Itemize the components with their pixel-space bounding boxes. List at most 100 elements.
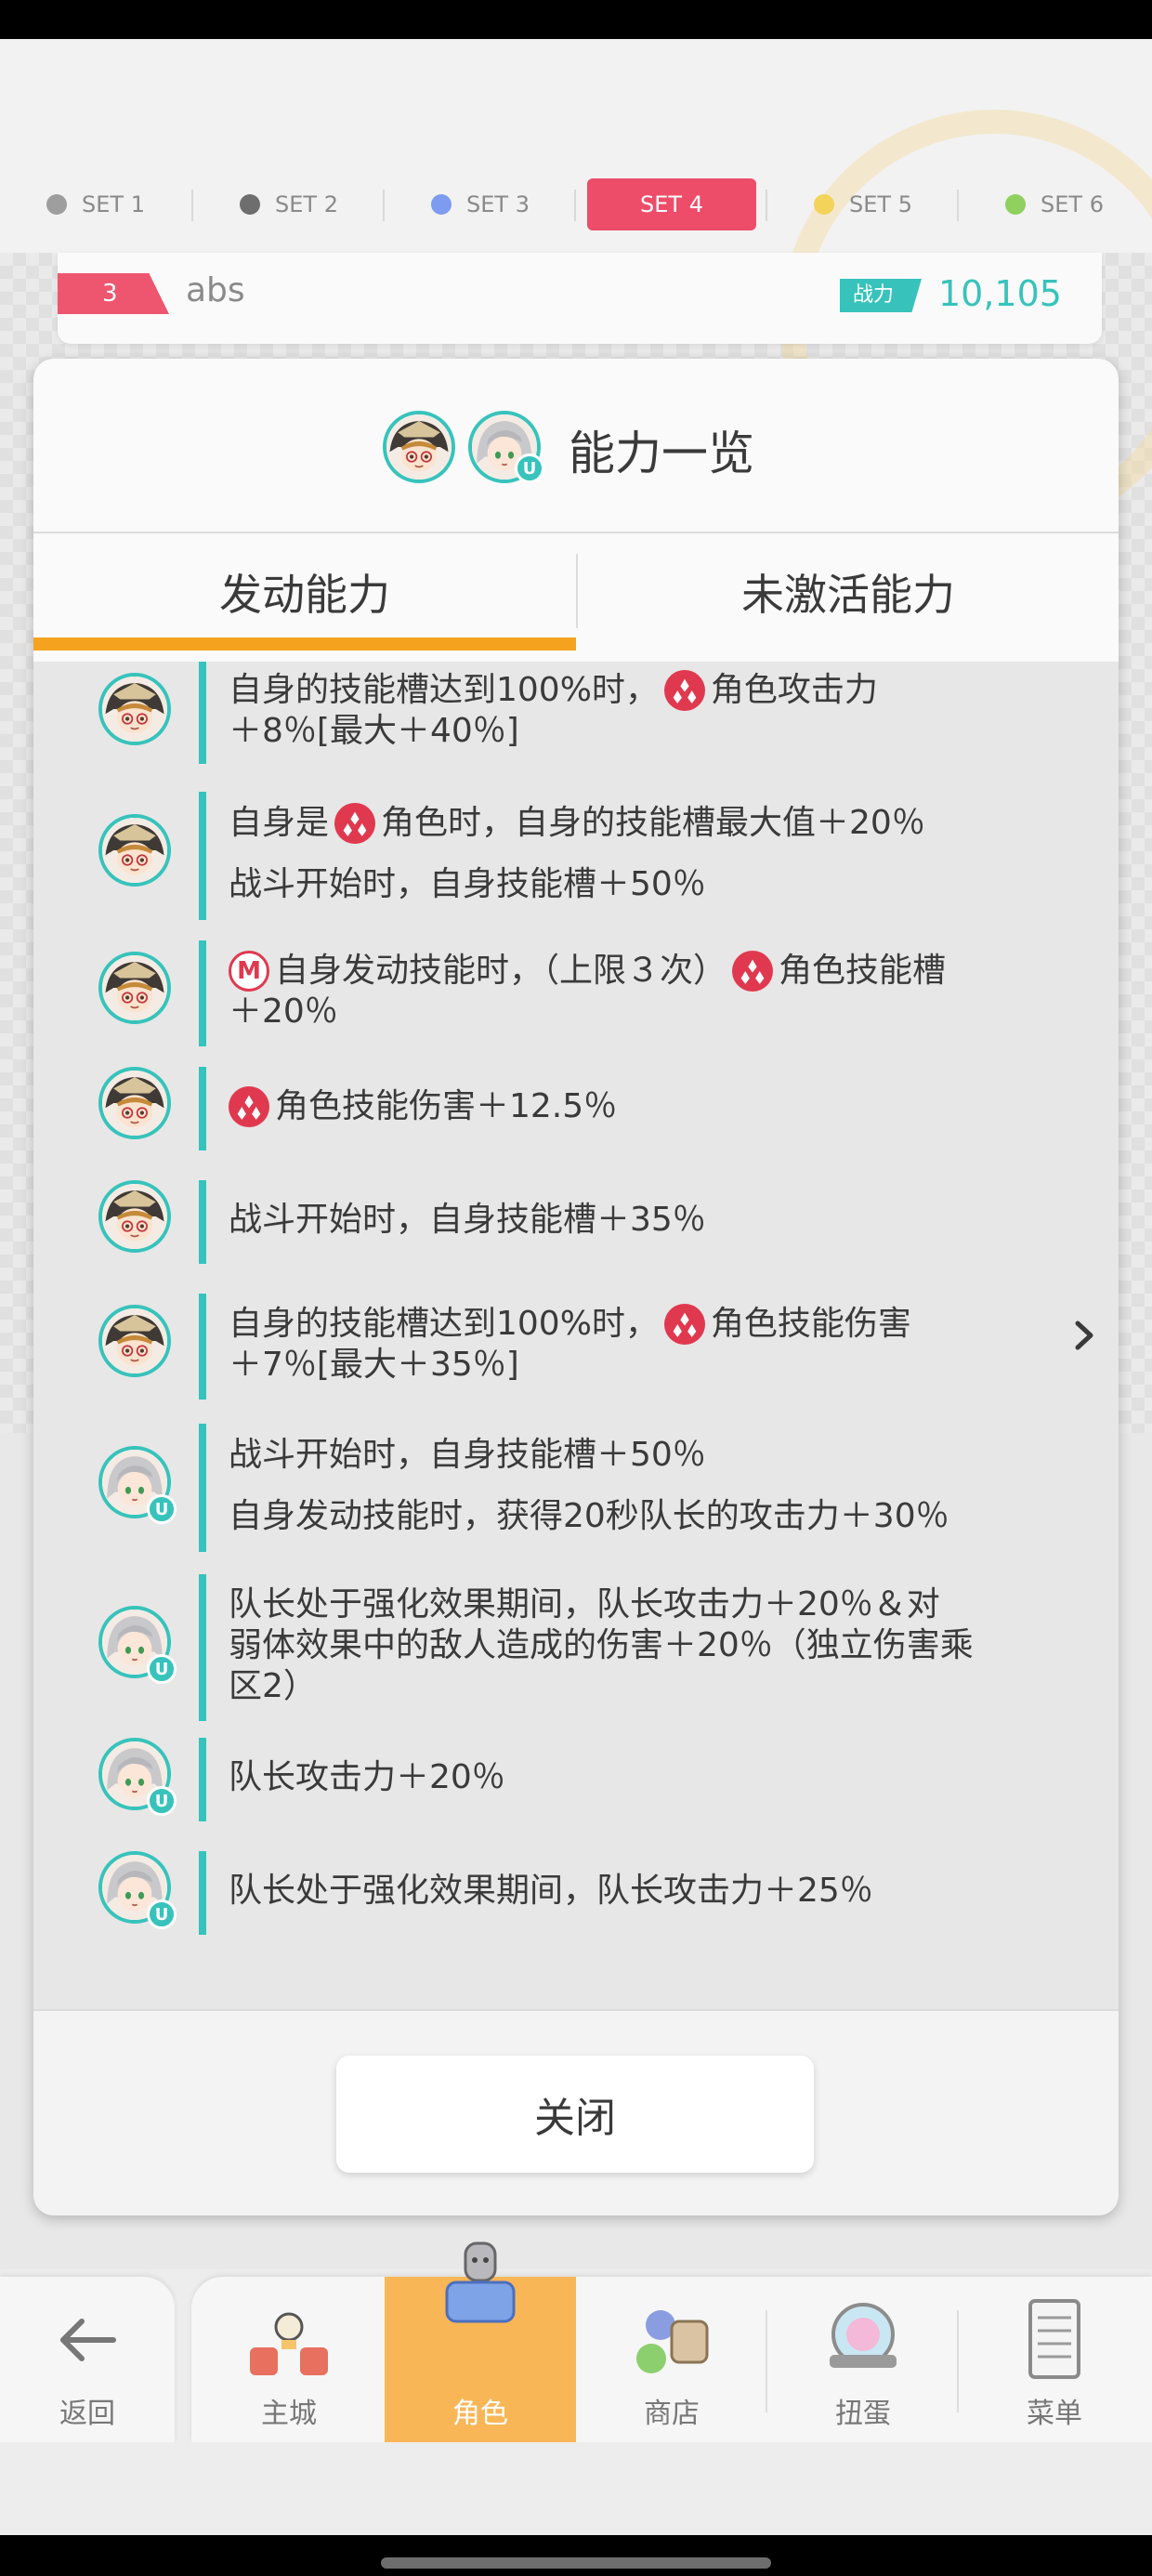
set-tab-label: SET 3 <box>466 191 530 217</box>
nav-item-2[interactable]: 商店 <box>576 2277 767 2442</box>
team-number-badge: 3 <box>58 273 169 314</box>
ability-line: 战斗开始时，自身技能槽＋50％ <box>229 864 1065 905</box>
ability-text-segment: 战斗开始时，自身技能槽＋50％ <box>229 865 706 903</box>
ability-text: 队长攻击力＋20％ <box>229 1757 1065 1798</box>
ability-owner-avatar <box>98 1305 171 1377</box>
tab-active-abilities[interactable]: 发动能力 <box>33 533 576 651</box>
ability-text: 自身的技能槽达到100%时， 角色攻击力 ＋8％[最大＋40％] <box>229 670 1065 752</box>
character-a-portrait <box>102 955 167 1020</box>
set-tab-label: SET 1 <box>82 191 145 217</box>
ability-accent-bar <box>199 662 206 764</box>
ability-tab-row: 发动能力 未激活能力 <box>33 533 1119 651</box>
shop-icon <box>636 2310 709 2373</box>
bottom-nav: 返回 主城 角色 商店 扭蛋 菜单 <box>0 2241 1152 2442</box>
back-button[interactable]: 返回 <box>0 2277 175 2442</box>
set-tab-divider <box>957 190 959 221</box>
nav-label: 菜单 <box>1027 2398 1082 2430</box>
menu-icon <box>1028 2299 1080 2379</box>
ability-list[interactable]: 自身的技能槽达到100%时， 角色攻击力 ＋8％[最大＋40％] 自身是 角色时，自身的… <box>33 662 1119 2009</box>
nav-item-3[interactable]: 扭蛋 <box>767 2277 959 2442</box>
ability-line: 战斗开始时，自身技能槽＋50％ <box>229 1435 1065 1476</box>
castle-icon <box>250 2312 328 2375</box>
ability-text-segment: 战斗开始时，自身技能槽＋50％ <box>229 1436 706 1474</box>
tab-inactive-abilities[interactable]: 未激活能力 <box>578 533 1119 651</box>
ability-text: 战斗开始时，自身技能槽＋35％ <box>229 1200 1065 1241</box>
ability-text: 战斗开始时，自身技能槽＋50％ 自身发动技能时，获得20秒队长的攻击力＋30％ <box>229 1435 1065 1537</box>
character-a-portrait <box>102 1071 167 1136</box>
nav-item-0[interactable]: 主城 <box>193 2277 385 2442</box>
ability-text-segment: ＋7％[最大＋35％] <box>229 1346 519 1384</box>
power-value: 10,105 <box>938 273 1062 314</box>
ability-text: 队长处于强化效果期间，队长攻击力＋25％ <box>229 1871 1065 1912</box>
ability-accent-bar <box>199 1067 206 1150</box>
character-a-portrait <box>102 677 167 742</box>
gacha-icon <box>830 2303 897 2368</box>
character-a-portrait <box>102 1308 167 1373</box>
ability-line: ＋7％[最大＋35％] <box>229 1345 1065 1386</box>
set-tab-divider <box>574 190 576 221</box>
set-color-dot <box>46 194 68 215</box>
ability-row: M 自身发动技能时，（上限３次） 角色技能槽 ＋20％ <box>33 940 1119 1046</box>
ability-text-segment: 角色技能伤害＋12.5％ <box>275 1087 618 1125</box>
home-indicator[interactable] <box>381 2557 771 2569</box>
set-tab-5[interactable]: SET 5 <box>767 178 959 230</box>
nav-divider <box>957 2310 959 2412</box>
set-tab-3[interactable]: SET 3 <box>385 178 576 230</box>
set-tab-4[interactable]: SET 4 <box>587 178 756 230</box>
bottom-strip <box>0 2442 1152 2535</box>
team-name: abs <box>186 271 245 309</box>
character-a-portrait <box>386 414 452 480</box>
set-tab-label: SET 2 <box>275 191 338 217</box>
ability-line: 队长攻击力＋20％ <box>229 1757 1065 1798</box>
ability-owner-avatar <box>98 1180 171 1253</box>
ability-text-segment: 自身的技能槽达到100%时， <box>229 1305 659 1343</box>
set-tab-2[interactable]: SET 2 <box>193 178 385 230</box>
ability-owner-avatar <box>98 1067 171 1139</box>
ability-text-segment: 自身的技能槽达到100%时， <box>229 671 659 709</box>
set-color-dot <box>814 194 835 215</box>
ability-row: 自身是 角色时，自身的技能槽最大值＋20％ 战斗开始时，自身技能槽＋50％ <box>33 792 1119 920</box>
ability-text-segment: 弱体效果中的敌人造成的伤害＋20％（独立伤害乘 <box>229 1626 974 1664</box>
character-icon <box>445 2241 516 2323</box>
ability-line: ＋8％[最大＋40％] <box>229 711 1065 752</box>
unique-badge-icon: U <box>147 1654 177 1684</box>
fire-element-icon <box>334 803 376 844</box>
nav-item-1[interactable]: 角色 <box>385 2241 576 2442</box>
fire-element-icon <box>732 951 774 992</box>
ability-accent-bar <box>199 1851 206 1935</box>
ability-row: U 队长攻击力＋20％ <box>33 1738 1119 1821</box>
ability-row: U 队长处于强化效果期间，队长攻击力＋25％ <box>33 1851 1119 1935</box>
ability-accent-bar <box>199 1294 206 1400</box>
active-tab-indicator <box>33 637 576 651</box>
power-label: 战力 <box>840 279 922 312</box>
nav-label: 商店 <box>644 2398 700 2430</box>
ability-accent-bar <box>199 1424 206 1552</box>
unique-badge-icon: U <box>147 1786 177 1816</box>
arrow-left-icon <box>60 2319 116 2361</box>
ability-line: 自身的技能槽达到100%时， 角色技能伤害 <box>229 1304 1065 1345</box>
ability-text-segment: 角色技能槽 <box>779 952 947 990</box>
ability-text-segment: 队长处于强化效果期间，队长攻击力＋25％ <box>229 1872 873 1910</box>
set-tab-label: SET 6 <box>1041 191 1104 217</box>
nav-item-4[interactable]: 菜单 <box>959 2277 1150 2442</box>
team-bar: 3 abs 战力 10,105 <box>58 253 1102 344</box>
ability-text-segment: 角色技能伤害 <box>710 1305 911 1343</box>
ability-accent-bar <box>199 792 206 920</box>
ability-line: ＋20％ <box>229 992 1065 1032</box>
set-tab-divider <box>383 190 385 221</box>
ability-accent-bar <box>199 940 206 1046</box>
system-nav-bar <box>0 2535 1152 2576</box>
nav-label: 角色 <box>452 2398 508 2430</box>
chevron-right-icon[interactable] <box>1067 1312 1104 1359</box>
ability-owner-avatar <box>98 952 171 1024</box>
ability-text-segment: 战斗开始时，自身技能槽＋35％ <box>229 1201 706 1239</box>
ability-owner-avatar <box>98 673 171 745</box>
set-tab-6[interactable]: SET 6 <box>959 178 1150 230</box>
set-tab-divider <box>766 190 767 221</box>
header-avatar-1 <box>383 411 455 483</box>
close-button[interactable]: 关闭 <box>336 2056 814 2173</box>
ability-line: 队长处于强化效果期间，队长攻击力＋25％ <box>229 1871 1065 1912</box>
set-tab-1[interactable]: SET 1 <box>0 178 191 230</box>
ability-text-segment: 自身发动技能时，获得20秒队长的攻击力＋30％ <box>229 1497 949 1535</box>
ability-line: 自身发动技能时，获得20秒队长的攻击力＋30％ <box>229 1496 1065 1537</box>
